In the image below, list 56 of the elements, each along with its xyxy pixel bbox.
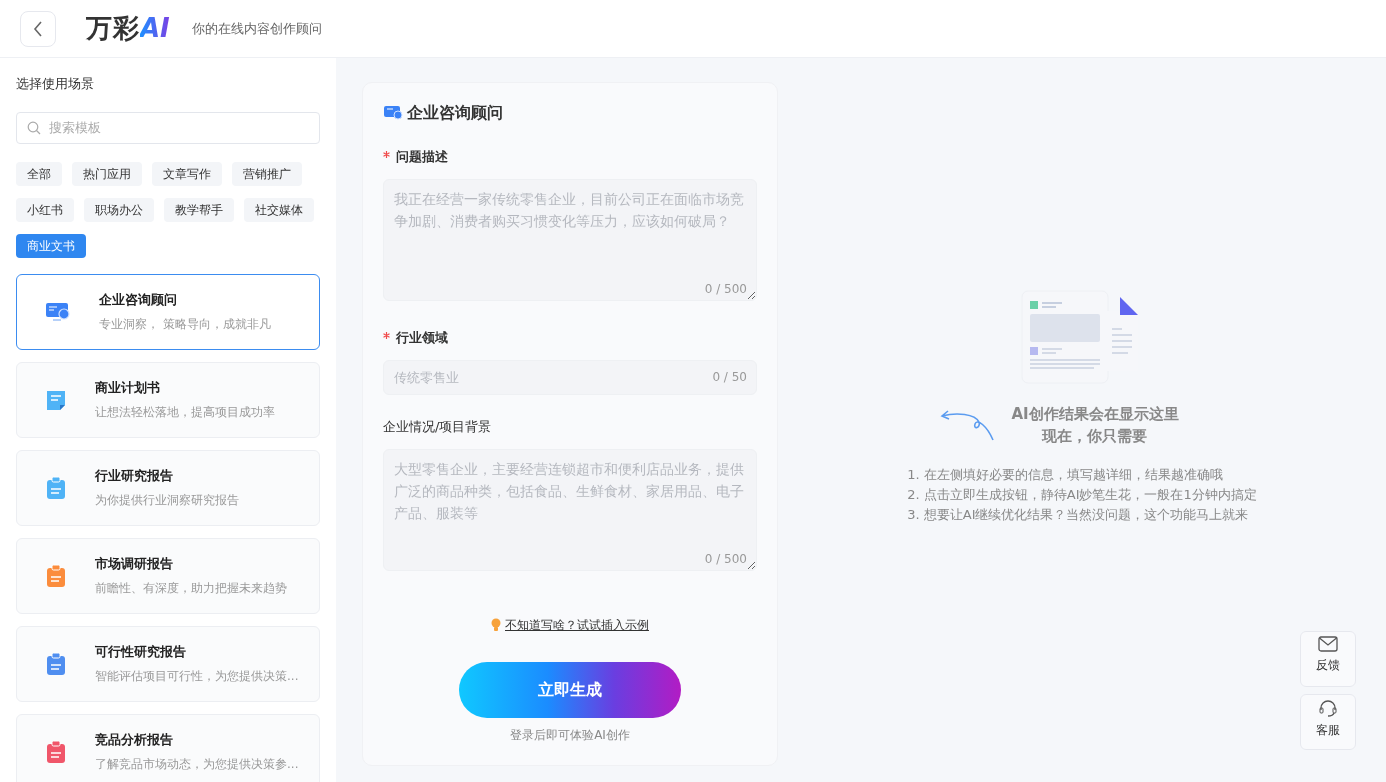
instruction-step: 1. 在左侧填好必要的信息，填写越详细，结果越准确哦 — [907, 465, 1257, 485]
section-title: 选择使用场景 — [16, 75, 95, 93]
filter-tag[interactable]: 社交媒体 — [244, 197, 314, 222]
template-title: 竞品分析报告 — [95, 730, 174, 749]
filter-tag[interactable]: 热门应用 — [72, 161, 142, 186]
filter-tag[interactable]: 营销推广 — [232, 161, 302, 186]
template-card[interactable]: 商业计划书 让想法轻松落地，提高项目成功率 — [16, 361, 320, 438]
lightbulb-icon — [491, 618, 501, 632]
template-card[interactable]: 可行性研究报告 智能评估项目可行性，为您提供决策... — [16, 625, 320, 702]
headset-icon — [1318, 699, 1338, 717]
back-icon — [32, 19, 44, 38]
tagline: 你的在线内容创作顾问 — [191, 19, 322, 38]
template-description: 前瞻性、有深度，助力把握未来趋势 — [95, 580, 287, 598]
curved-arrow-icon — [939, 408, 996, 442]
search-field[interactable]: 搜索模板 — [16, 111, 320, 144]
template-title: 商业计划书 — [95, 378, 161, 397]
logo: 万彩AI — [86, 9, 170, 48]
character-counter: 0 / 500 — [704, 551, 747, 568]
template-description: 为你提供行业洞察研究报告 — [95, 492, 239, 510]
template-title: 市场调研报告 — [95, 554, 174, 573]
mail-icon — [1318, 636, 1338, 652]
template-title: 行业研究报告 — [95, 466, 174, 485]
template-description: 了解竞品市场动态，为您提供决策参... — [95, 756, 299, 774]
character-counter: 0 / 500 — [704, 281, 747, 298]
monitor-icon — [383, 105, 403, 121]
result-heading: 现在，你只需要 — [1040, 426, 1149, 447]
filter-tag[interactable]: 文章写作 — [152, 161, 222, 186]
back-button[interactable] — [20, 10, 56, 47]
character-counter: 0 / 50 — [712, 369, 747, 386]
login-note: 登录后即可体验AI创作 — [510, 727, 630, 744]
instruction-step: 2. 点击立即生成按钮，静待AI妙笔生花，一般在1分钟内搞定 — [907, 485, 1257, 505]
filter-tag[interactable]: 全部 — [16, 161, 62, 186]
example-link[interactable]: 不知道写啥？试试插入示例 — [505, 616, 649, 634]
template-card[interactable]: 市场调研报告 前瞻性、有深度，助力把握未来趋势 — [16, 537, 320, 614]
field-label: 行业领域 — [396, 330, 448, 345]
template-card[interactable]: 竞品分析报告 了解竞品市场动态，为您提供决策参... — [16, 713, 320, 782]
field-label: 企业情况/项目背景 — [383, 419, 492, 434]
field-label: 问题描述 — [396, 149, 448, 164]
template-card[interactable]: 行业研究报告 为你提供行业洞察研究报告 — [16, 449, 320, 526]
template-card[interactable]: 企业咨询顾问 专业洞察， 策略导向，成就非凡 — [16, 273, 320, 350]
instruction-step: 3. 想要让AI继续优化结果？当然没问题，这个功能马上就来 — [907, 505, 1257, 525]
template-description: 让想法轻松落地，提高项目成功率 — [95, 404, 275, 422]
filter-tag[interactable]: 教学帮手 — [164, 197, 234, 222]
filter-tag[interactable]: 职场办公 — [84, 197, 154, 222]
support-button[interactable]: 客服 — [1300, 694, 1356, 750]
generate-button[interactable]: 立即生成 — [459, 662, 681, 718]
form-title: 企业咨询顾问 — [407, 102, 503, 124]
template-title: 可行性研究报告 — [95, 642, 187, 661]
filter-tag[interactable]: 小红书 — [16, 197, 74, 222]
feedback-button[interactable]: 反馈 — [1300, 631, 1356, 687]
result-heading: AI创作结果会在显示这里 — [1011, 404, 1179, 425]
template-title: 企业咨询顾问 — [99, 290, 178, 309]
template-description: 专业洞察， 策略导向，成就非凡 — [99, 316, 271, 334]
search-icon — [27, 120, 41, 135]
template-description: 智能评估项目可行性，为您提供决策... — [95, 668, 299, 686]
filter-tag[interactable]: 商业文书 — [16, 233, 86, 258]
